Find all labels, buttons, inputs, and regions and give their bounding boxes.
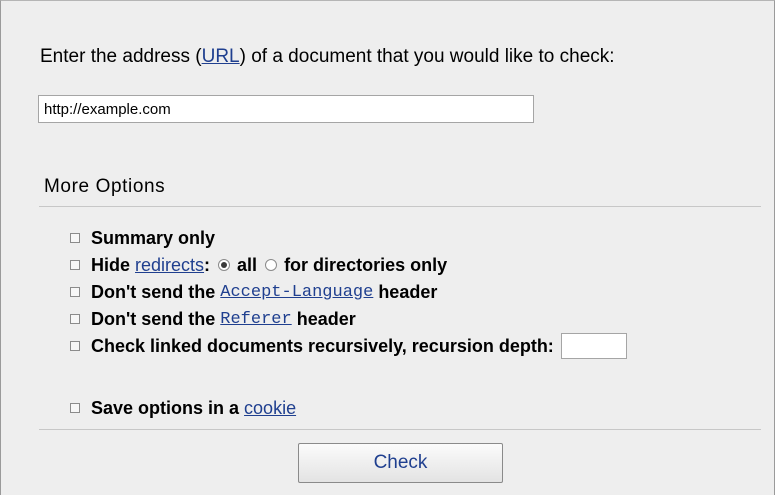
option-no-accept-language: Don't send the Accept-Language header [70,280,437,304]
hide-redirects-checkbox[interactable] [70,260,80,270]
referer-help-link[interactable]: Referer [220,310,291,329]
option-no-referer: Don't send the Referer header [70,307,356,331]
save-cookie-checkbox[interactable] [70,403,80,413]
option-summary-only: Summary only [70,226,215,250]
no-accept-language-checkbox[interactable] [70,287,80,297]
url-help-link[interactable]: URL [202,46,240,67]
options-bottom-divider [39,429,761,430]
radio-all-label: all [237,254,258,275]
header-suffix-label: header [291,308,356,329]
checker-form-panel: Enter the address (URL) of a document th… [0,0,775,495]
summary-only-label: Summary only [91,227,216,248]
redirects-all-radio[interactable] [218,259,231,271]
url-prompt: Enter the address (URL) of a document th… [40,45,615,69]
no-referer-checkbox[interactable] [70,314,80,324]
header-suffix-label: header [373,281,438,302]
recursive-label: Check linked documents recursively, recu… [91,335,554,356]
check-button[interactable]: Check [298,443,503,483]
dont-send-label: Don't send the [91,308,221,329]
radio-directories-label: for directories only [284,254,448,275]
cookie-help-link[interactable]: cookie [244,398,296,419]
redirects-directories-radio[interactable] [265,259,278,271]
save-options-label: Save options in a [91,397,245,418]
accept-language-help-link[interactable]: Accept-Language [220,283,373,302]
redirects-help-link[interactable]: redirects [135,255,204,276]
summary-only-checkbox[interactable] [70,233,80,243]
dont-send-label: Don't send the [91,281,221,302]
recursive-checkbox[interactable] [70,341,80,351]
url-input[interactable] [38,95,534,123]
prompt-text-after: ) of a document that you would like to c… [239,46,615,67]
more-options-legend: More Options [44,176,166,197]
hide-label: Hide [91,254,136,275]
option-hide-redirects: Hide redirects: all for directories only [70,253,447,277]
prompt-text-before: Enter the address ( [40,46,202,67]
option-recursive: Check linked documents recursively, recu… [70,333,627,359]
recursion-depth-input[interactable] [560,333,627,359]
hide-colon: : [204,254,211,275]
legend-divider [39,206,761,207]
option-save-cookie: Save options in a cookie [70,396,296,420]
